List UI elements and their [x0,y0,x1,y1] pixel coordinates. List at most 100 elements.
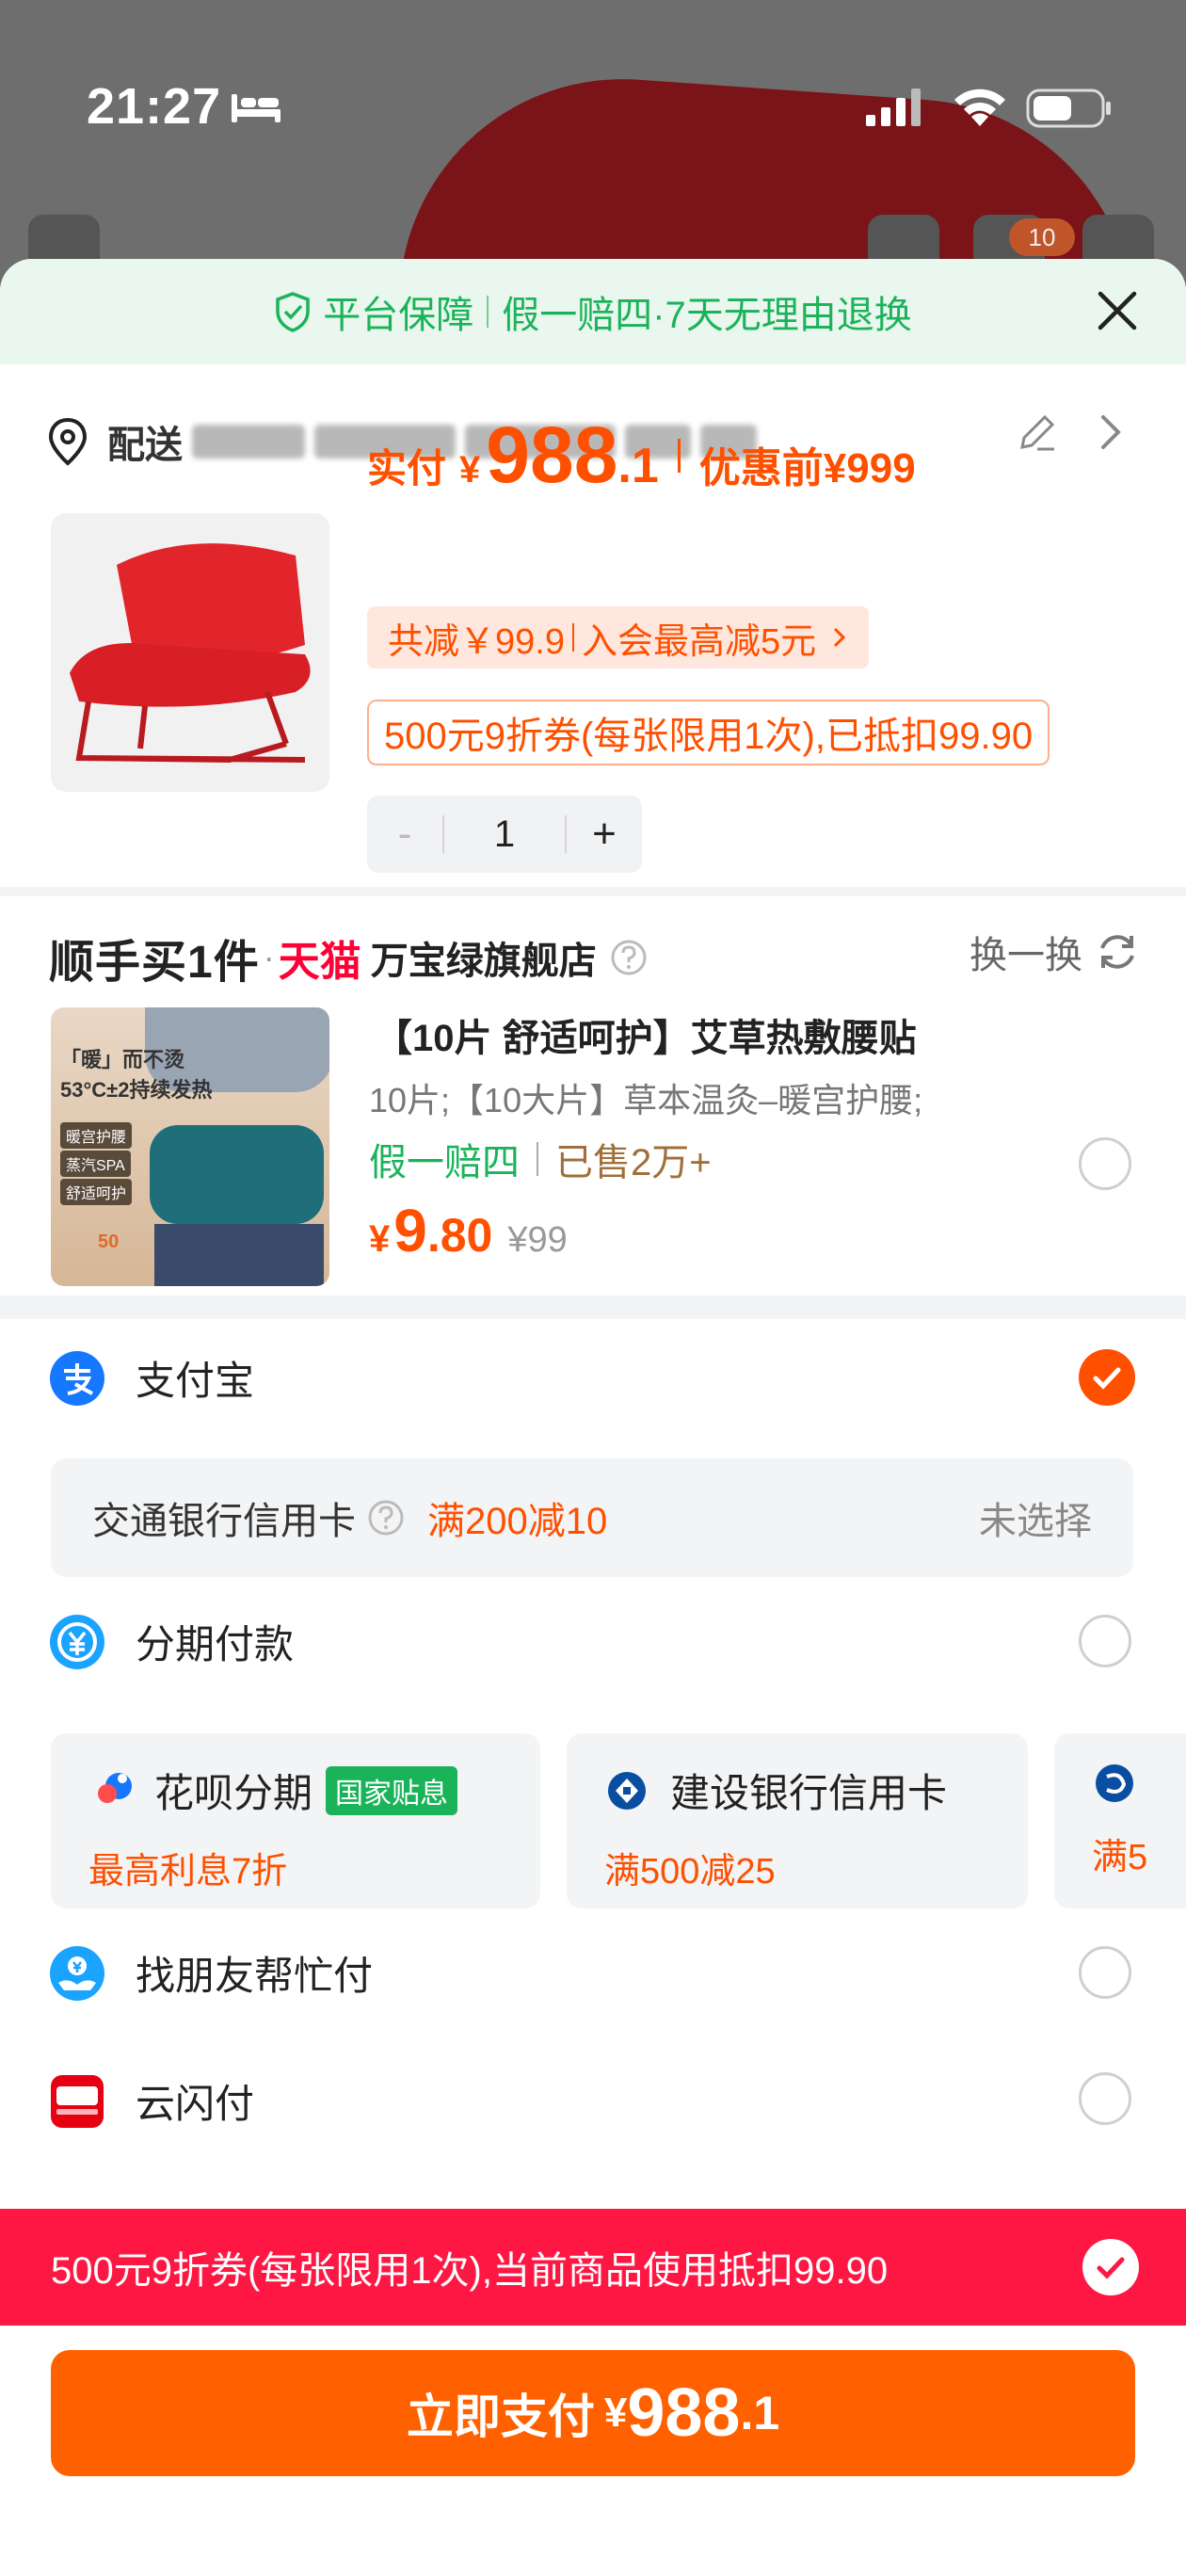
friend-pay-radio[interactable] [1079,1946,1131,1999]
add-on-price-integer: 9 [393,1197,427,1264]
unionpay-icon [51,2074,104,2128]
alipay-label: 支付宝 [136,1359,255,1403]
add-on-spec: 10片;【10大片】草本温灸–暖宫护腰; [369,1081,923,1119]
decrease-button[interactable]: - [367,811,442,858]
add-on-price-decimal: .80 [426,1209,493,1262]
image-chip: 暖宫护腰 [60,1122,133,1149]
before-discount-label: 优惠前 [698,445,824,491]
check-icon [1097,2257,1125,2279]
red-chair-image [70,543,311,764]
add-on-price: ¥ 9 .80 ¥99 [369,1196,568,1265]
add-on-product-image: 「暖」而不烫 53°C±2持续发热 暖宫护腰 蒸汽SPA 舒适呵护 50 [51,1007,329,1286]
coupon-applied-banner[interactable]: 500元9折券(每张限用1次),当前商品使用抵扣99.90 [0,2209,1186,2326]
bank-icon [1096,1764,1133,1802]
store-name: 万宝绿旗舰店 [370,941,597,982]
add-on-card: 顺手买1件 · 天猫 万宝绿旗舰店 换一换 「暖」而不烫 53°C±2持续发热 … [0,896,1186,1296]
pay-button-amount-decimal: .1 [740,2387,780,2439]
alipay-option[interactable]: 支付宝 [49,1349,254,1407]
friend-pay-icon [50,1945,104,2001]
applied-coupon[interactable]: 500元9折券(每张限用1次),已抵扣99.90 [367,700,1050,765]
increase-button[interactable]: + [567,811,642,858]
cellular-signal-icon [866,89,921,126]
friend-pay-label: 找朋友帮忙付 [136,1954,374,1998]
unionpay-radio[interactable] [1079,2072,1131,2125]
image-text: 53°C±2持续发热 [60,1078,213,1102]
huabei-installment-card[interactable]: 花呗分期 国家贴息 最高利息7折 [51,1733,540,1908]
guarantee-text: 假一赔四·7天无理由退换 [502,295,912,336]
third-promo: 满5 [1092,1838,1148,1877]
huabei-promo: 最高利息7折 [88,1852,288,1892]
pay-now-button[interactable]: 立即支付 ¥ 988 .1 [51,2350,1135,2476]
discount-detail-pill[interactable]: 共减￥99.9 入会最高减5元 [367,606,870,668]
ccb-installment-card[interactable]: 建设银行信用卡 满500减25 [567,1733,1028,1908]
pay-button-amount-integer: 988 [627,2375,741,2451]
alipay-icon [50,1350,104,1406]
tmall-logo: 天猫 [278,939,361,985]
add-on-currency: ¥ [369,1218,391,1260]
add-on-title-text: 【10片 舒适呵护】艾草热敷腰贴 [375,1018,917,1059]
close-icon[interactable] [1094,287,1141,334]
guarantee-prefix: 平台保障 [323,295,474,336]
bank-card-selector[interactable]: 交通银行信用卡 满200减10 未选择 [51,1458,1133,1577]
add-on-title: 顺手买1件 [49,938,260,988]
platform-guarantee-bar: 平台保障 假一赔四·7天无理由退换 [0,259,1186,364]
coupon-banner-check[interactable] [1082,2239,1139,2295]
ccb-title: 建设银行信用卡 [604,1762,990,1819]
sleep-focus-icon [232,94,280,122]
add-on-select-radio[interactable] [1079,1137,1131,1190]
installment-radio[interactable] [1079,1615,1131,1667]
unionpay-option[interactable]: 云闪付 [49,2072,254,2130]
alipay-selected-check[interactable] [1079,1349,1135,1406]
friend-pay-option[interactable]: 找朋友帮忙付 [49,1944,373,2002]
swap-button[interactable]: 换一换 [970,925,1139,979]
installment-options-carousel: 花呗分期 国家贴息 最高利息7折 建设银行信用卡 满500减25 满5 [51,1733,1186,1908]
chevron-right-icon [834,627,846,648]
address-label: 配送 [107,425,183,466]
huabei-label: 花呗分期 [154,1771,313,1815]
add-on-tags: 假一赔四 已售2万+ [369,1132,712,1186]
third-installment-card[interactable]: 满5 [1054,1733,1186,1908]
unionpay-label: 云闪付 [136,2082,255,2126]
pay-bar: 立即支付 ¥ 988 .1 [0,2326,1186,2576]
image-chip: 蒸汽SPA [60,1151,131,1177]
refresh-icon [1100,935,1134,969]
checkout-sheet: 平台保障 假一赔四·7天无理由退换 配送 实付 ¥ 988 .1 优惠前 ¥99… [0,259,1186,2576]
pay-button-label: 立即支付 [406,2391,595,2443]
quantity-value[interactable]: 1 [444,813,565,856]
before-discount-price: ¥999 [823,445,916,491]
price-row: 实付 ¥ 988 .1 优惠前 ¥999 [367,410,916,501]
chevron-right-icon[interactable] [1094,411,1128,453]
image-text: 「暖」而不烫 [60,1048,185,1071]
bank-card-status: 未选择 [979,1501,1092,1542]
add-on-original-price: ¥99 [507,1220,568,1260]
swap-label: 换一换 [970,935,1082,976]
member-discount: 入会最高减5元 [581,621,817,662]
order-item-card: 配送 实付 ¥ 988 .1 优惠前 ¥999 共减￥99.9 入会最高减5元 … [0,364,1186,887]
sold-count-tag: 已售2万+ [555,1142,712,1183]
price-currency: ¥ [459,449,481,491]
battery-icon [1026,89,1111,128]
guarantee-tag: 假一赔四 [369,1142,520,1183]
subsidy-badge: 国家贴息 [326,1765,458,1815]
title-dot: · [263,938,275,976]
price-decimal: .1 [617,439,659,493]
coupon-banner-text: 500元9折券(每张限用1次),当前商品使用抵扣99.90 [51,2250,889,2292]
installment-option[interactable]: 分期付款 [49,1613,294,1670]
ccb-promo: 满500减25 [604,1852,776,1892]
discount-divider [571,623,574,652]
image-badge: 50 [98,1232,120,1252]
edit-icon[interactable] [1015,410,1060,455]
ccb-label: 建设银行信用卡 [670,1771,948,1815]
huabei-title: 花呗分期 国家贴息 [88,1762,503,1819]
quantity-stepper: - 1 + [367,796,642,873]
address-redacted [192,425,305,459]
shield-check-icon [276,292,310,332]
status-bar: 21:27 [0,0,1186,217]
bank-card-promo: 满200减10 [427,1501,608,1542]
question-icon[interactable] [610,939,648,976]
huabei-icon [98,1772,132,1803]
price-label: 实付 [367,446,447,491]
image-chip: 舒适呵护 [60,1179,133,1205]
question-icon[interactable] [367,1499,405,1537]
add-on-header: 顺手买1件 · 天猫 万宝绿旗舰店 [49,925,648,990]
